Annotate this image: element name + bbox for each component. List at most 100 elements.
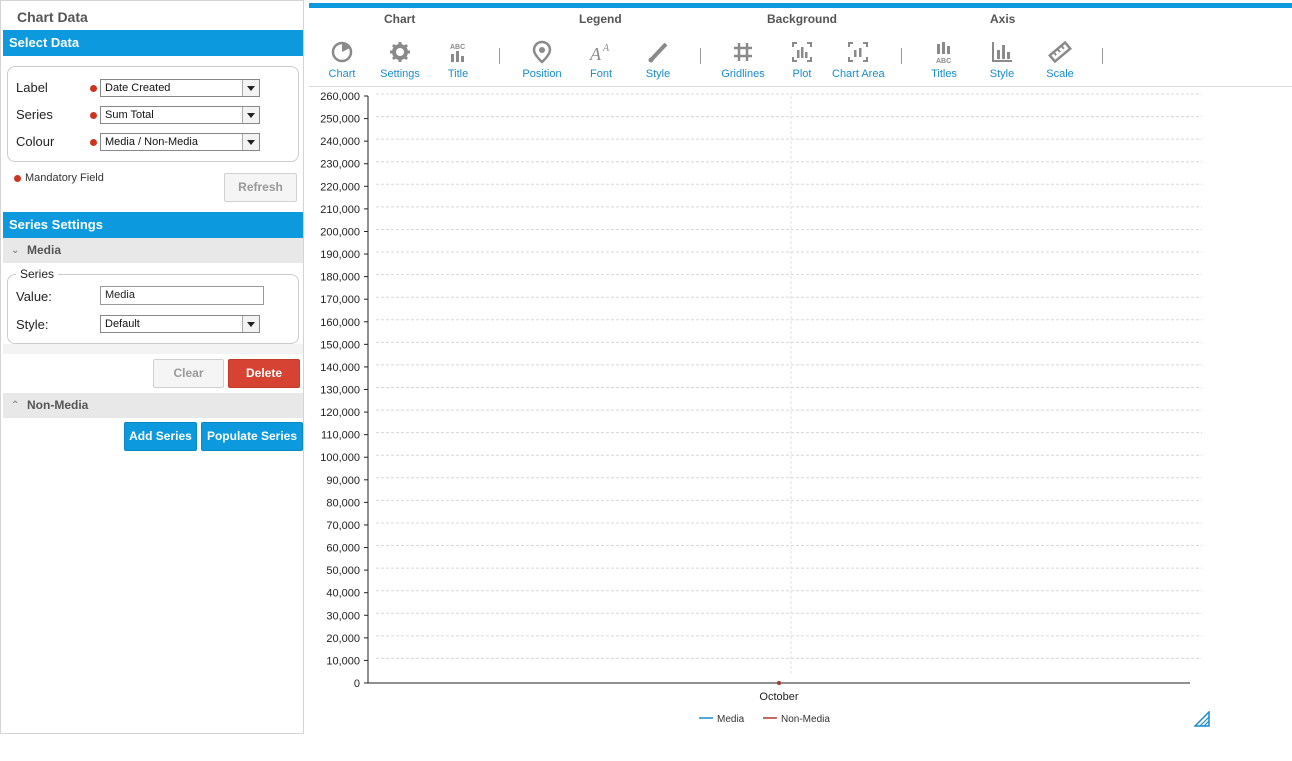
refresh-button[interactable]: Refresh <box>224 173 297 202</box>
chevron-down-icon[interactable] <box>242 134 259 150</box>
svg-text:A: A <box>602 43 610 54</box>
pie-chart-icon <box>331 41 353 63</box>
label-select[interactable]: Date Created <box>100 79 260 97</box>
y-tick-label: 240,000 <box>320 136 360 148</box>
toolbar-label: Gridlines <box>721 68 765 80</box>
plot-area-icon <box>792 42 812 62</box>
nonmedia-accordion-label: Non-Media <box>27 398 89 412</box>
chevron-down-icon[interactable] <box>242 107 259 123</box>
required-dot <box>90 139 97 146</box>
required-dot <box>90 112 97 119</box>
colour-select[interactable]: Media / Non-Media <box>100 133 260 151</box>
toolbar-label: Plot <box>792 68 812 80</box>
chevron-up-icon: ⌃ <box>11 400 20 411</box>
toolbar-separator <box>1102 48 1103 64</box>
toolbar-font-button[interactable]: A A Font <box>586 40 616 80</box>
tab-legend[interactable]: Legend <box>579 12 622 26</box>
axis-titles-icon: ABC <box>936 42 951 64</box>
toolbar-position-button[interactable]: Position <box>521 40 563 80</box>
media-accordion-header[interactable]: ⌄ Media <box>3 238 303 263</box>
y-tick-label: 80,000 <box>326 497 360 509</box>
value-label: Value: <box>16 289 52 304</box>
chart-gridlines <box>376 93 1202 675</box>
y-axis-tick-labels: 0 10,000 20,000 30,000 40,000 50,000 60,000 70,… <box>320 91 360 690</box>
toolbar-label: Chart <box>328 68 356 80</box>
toolbar-label: Position <box>522 68 562 80</box>
y-tick-label: 140,000 <box>320 362 360 374</box>
colour-select-value: Media / Non-Media <box>105 136 198 148</box>
style-select[interactable]: Default <box>100 315 260 333</box>
required-dot <box>14 175 21 182</box>
series-field-label: Series <box>16 107 53 122</box>
style-select-value: Default <box>105 318 140 330</box>
y-tick-label: 250,000 <box>320 114 360 126</box>
delete-button[interactable]: Delete <box>228 359 300 388</box>
ruler-icon <box>1048 40 1072 64</box>
populate-series-button[interactable]: Populate Series <box>201 422 303 451</box>
legend-item[interactable]: Media <box>717 714 745 725</box>
tab-axis[interactable]: Axis <box>990 12 1015 26</box>
nonmedia-accordion-header[interactable]: ⌃ Non-Media <box>3 393 303 418</box>
toolbar-separator <box>499 48 500 64</box>
toolbar-separator <box>700 48 701 64</box>
toolbar-scale-button[interactable]: Scale <box>1045 40 1075 80</box>
y-tick-label: 120,000 <box>320 407 360 419</box>
series-point[interactable] <box>777 681 781 685</box>
add-series-button[interactable]: Add Series <box>124 422 197 451</box>
toolbar-chart-button[interactable]: Chart <box>327 40 357 80</box>
select-data-header: Select Data <box>3 30 303 56</box>
series-box-footer <box>3 344 303 354</box>
chart-series <box>777 681 781 685</box>
y-tick-label: 20,000 <box>326 633 360 645</box>
toolbar: Chart Settings ABC Title Position A A Fo… <box>309 34 1292 87</box>
toolbar-legend-style-button[interactable]: Style <box>643 40 673 80</box>
y-tick-label: 230,000 <box>320 159 360 171</box>
y-tick-label: 170,000 <box>320 294 360 306</box>
font-icon: A A <box>589 43 610 64</box>
y-tick-label: 40,000 <box>326 588 360 600</box>
svg-text:A: A <box>589 44 602 64</box>
toolbar-gridlines-button[interactable]: Gridlines <box>721 40 765 80</box>
grid-icon <box>734 43 752 61</box>
value-input[interactable]: Media <box>100 286 264 305</box>
x-axis-tick-labels: October <box>759 691 798 703</box>
toolbar-plot-button[interactable]: Plot <box>787 40 817 80</box>
axis-style-icon <box>992 42 1012 62</box>
series-select[interactable]: Sum Total <box>100 106 260 124</box>
title-abc-icon: ABC <box>450 44 465 62</box>
toolbar-axis-style-button[interactable]: Style <box>987 40 1017 80</box>
tab-background[interactable]: Background <box>767 12 837 26</box>
panel-title: Chart Data <box>17 9 88 25</box>
y-tick-label: 10,000 <box>326 655 360 667</box>
tab-bar: Chart Legend Background Axis <box>309 8 1292 35</box>
select-data-box: Label Date Created Series Sum Total Colo… <box>7 66 299 162</box>
y-tick-label: 160,000 <box>320 317 360 329</box>
toolbar-label: Style <box>989 68 1015 80</box>
clear-button[interactable]: Clear <box>153 359 224 388</box>
chart-legend[interactable]: Media Non-Media <box>699 714 830 725</box>
tab-chart[interactable]: Chart <box>384 12 415 26</box>
toolbar-chart-area-button[interactable]: Chart Area <box>832 40 885 80</box>
toolbar-settings-button[interactable]: Settings <box>379 40 421 80</box>
toolbar-title-button[interactable]: ABC Title <box>443 40 473 80</box>
style-label: Style: <box>16 317 49 332</box>
chart-data-panel: Chart Data Select Data Label Date Create… <box>0 0 304 734</box>
toolbar-axis-titles-button[interactable]: ABC Titles <box>929 40 959 80</box>
series-group-box: Series Value: Media Style: Default <box>7 267 299 344</box>
y-tick-label: 60,000 <box>326 543 360 555</box>
resize-handle-icon[interactable] <box>1194 711 1210 727</box>
label-select-value: Date Created <box>105 82 171 94</box>
y-tick-label: 100,000 <box>320 452 360 464</box>
chevron-down-icon[interactable] <box>242 80 259 96</box>
y-tick-label: 150,000 <box>320 339 360 351</box>
svg-text:ABC: ABC <box>450 44 465 51</box>
label-field-label: Label <box>16 80 48 95</box>
y-tick-label: 70,000 <box>326 520 360 532</box>
y-tick-label: 200,000 <box>320 226 360 238</box>
y-tick-label: 90,000 <box>326 475 360 487</box>
y-tick-label: 190,000 <box>320 249 360 261</box>
legend-item[interactable]: Non-Media <box>781 714 830 725</box>
toolbar-label: Chart Area <box>832 68 885 80</box>
chevron-down-icon[interactable] <box>242 316 259 332</box>
mandatory-field-note: Mandatory Field <box>25 172 104 184</box>
